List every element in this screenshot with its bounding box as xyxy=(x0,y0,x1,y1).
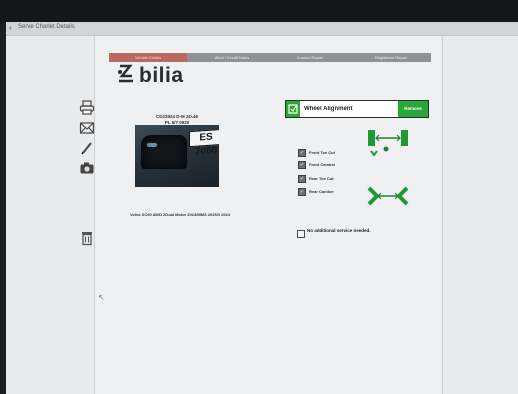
camera-icon[interactable] xyxy=(79,160,95,176)
remove-service-button[interactable]: Remove xyxy=(398,101,428,117)
no-additional-service-text: No additional service needed. xyxy=(307,228,371,233)
checklist-item[interactable]: ✓ Front Toe Cut xyxy=(298,148,335,157)
monitor-bezel xyxy=(0,0,518,24)
light-reflection xyxy=(147,143,157,147)
title-bar: ‹ Serve Charlet Details xyxy=(6,22,518,36)
vehicle-description: Volvo XC90 AWD 2Dual Motor 2024/MMS 2025… xyxy=(129,212,231,217)
tab-vehicle-details[interactable]: Vehicle Details xyxy=(109,53,187,62)
tab-custom-repair[interactable]: Custom Repair xyxy=(275,53,345,62)
brand-logo-text: bilia xyxy=(139,64,184,87)
checklist-label: Front Toe Cut xyxy=(309,150,335,155)
tab-registered-repair[interactable]: Registered Repair xyxy=(351,53,431,62)
service-type-icon[interactable] xyxy=(286,101,300,117)
checklist-label: Front Camber xyxy=(309,162,336,167)
bilia-logo-icon xyxy=(118,64,133,83)
mouse-cursor-icon: ↖ xyxy=(98,293,105,302)
license-plate: ES 7060 xyxy=(189,128,219,158)
pen-icon[interactable] xyxy=(79,140,95,156)
checkbox-checked[interactable]: ✓ xyxy=(298,187,306,196)
no-service-checkbox[interactable] xyxy=(297,230,305,238)
checklist-label: Rear Camber xyxy=(309,189,334,194)
wheel-alignment-front-icon xyxy=(368,130,408,157)
checklist-item[interactable]: ✓ Rear Toe Cut xyxy=(298,174,334,183)
mail-icon[interactable] xyxy=(79,120,95,136)
printer-icon[interactable] xyxy=(79,100,95,116)
checklist-item[interactable]: ✓ Front Camber xyxy=(298,160,335,169)
service-search-box: Remove xyxy=(285,100,429,118)
car-silhouette xyxy=(141,135,187,169)
tab-bar: Vehicle Details Work / Credit Notes Cust… xyxy=(109,53,431,62)
back-icon[interactable]: ‹ xyxy=(9,23,12,32)
wheel-alignment-rear-icon xyxy=(367,186,409,206)
app-window: ‹ Serve Charlet Details Vehicle Details … xyxy=(6,22,518,394)
vehicle-photo[interactable]: ES 7060 xyxy=(135,125,219,187)
window-title: Serve Charlet Details xyxy=(18,24,75,30)
checkbox-checked[interactable]: ✓ xyxy=(298,148,306,157)
checklist-item[interactable]: ✓ Rear Camber xyxy=(298,187,334,196)
right-panel xyxy=(442,36,518,394)
document-page: Vehicle Details Work / Credit Notes Cust… xyxy=(79,36,441,394)
left-panel xyxy=(6,36,95,394)
tab-work-notes[interactable]: Work / Credit Notes xyxy=(193,53,271,62)
trash-icon[interactable] xyxy=(79,230,95,246)
service-search-input[interactable] xyxy=(302,101,396,117)
checkbox-checked[interactable]: ✓ xyxy=(298,174,306,183)
checklist-label: Rear Toe Cut xyxy=(309,176,334,181)
checkbox-checked[interactable]: ✓ xyxy=(298,160,306,169)
